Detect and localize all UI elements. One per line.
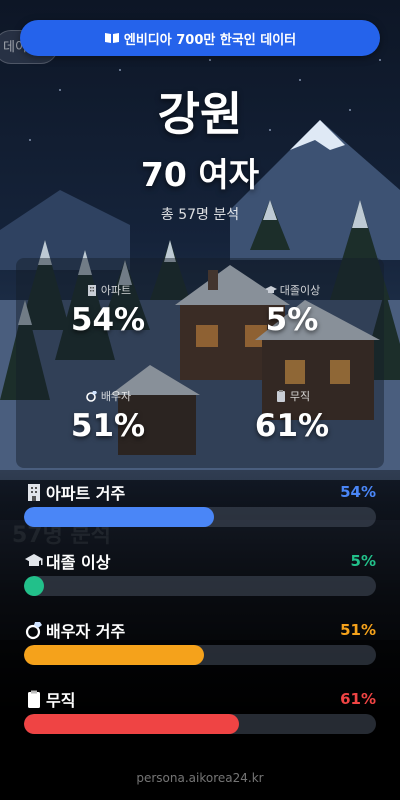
ring-icon bbox=[25, 622, 42, 640]
stat-spouse: 배우자 51% bbox=[16, 388, 200, 444]
stat-college-label: 대졸이상 bbox=[279, 284, 321, 297]
bar-apartment-track bbox=[24, 507, 376, 527]
persona-title: 70 여자 bbox=[140, 155, 260, 194]
bar-apartment: 아파트 거주 54% bbox=[24, 480, 376, 527]
stat-unemployed: 무직 61% bbox=[200, 388, 384, 444]
data-source-banner[interactable]: 엔비디아 700만 한국인 데이터 bbox=[20, 20, 380, 56]
graduation-cap-icon bbox=[25, 554, 43, 566]
region-title: 강원 bbox=[157, 87, 243, 141]
bar-unemployed-percent: 61% bbox=[340, 690, 376, 708]
stat-apartment-value: 54% bbox=[70, 302, 146, 338]
stat-apartment-label: 아파트 bbox=[100, 284, 132, 297]
bar-spouse: 배우자 거주 51% bbox=[24, 618, 376, 665]
bar-unemployed-track bbox=[24, 714, 376, 734]
bar-apartment-percent: 54% bbox=[340, 483, 376, 501]
data-source-banner-label: 엔비디아 700만 한국인 데이터 bbox=[123, 32, 297, 48]
bar-spouse-label: 배우자 거주 bbox=[46, 622, 126, 641]
bar-spouse-fill bbox=[24, 645, 204, 665]
bar-college: 대졸 이상 5% bbox=[24, 549, 376, 596]
clipboard-icon bbox=[28, 690, 40, 708]
bar-spouse-track bbox=[24, 645, 376, 665]
stat-college: 대졸이상 5% bbox=[200, 282, 384, 338]
bar-apartment-fill bbox=[24, 507, 215, 527]
apartment-icon bbox=[28, 484, 40, 501]
stats-panel: 아파트 54% 대졸이상 5% 배우자 51% 무직 61% bbox=[16, 258, 384, 468]
graduation-cap-icon bbox=[264, 286, 277, 293]
bar-unemployed: 무직 61% bbox=[24, 687, 376, 734]
apartment-icon bbox=[87, 285, 96, 296]
stat-unemployed-value: 61% bbox=[254, 408, 330, 444]
book-icon bbox=[104, 33, 119, 43]
bar-college-track bbox=[24, 576, 376, 596]
stat-college-value: 5% bbox=[265, 302, 319, 338]
bar-college-fill bbox=[24, 576, 44, 596]
clipboard-icon bbox=[276, 390, 285, 402]
footer-url[interactable]: persona.aikorea24.kr bbox=[0, 771, 400, 785]
sample-count: 총 57명 분석 bbox=[160, 207, 240, 223]
ring-icon bbox=[86, 391, 97, 402]
bar-apartment-label: 아파트 거주 bbox=[46, 484, 126, 503]
stat-spouse-label: 배우자 bbox=[100, 390, 132, 403]
bar-college-percent: 5% bbox=[350, 552, 376, 570]
bar-unemployed-fill bbox=[24, 714, 239, 734]
stat-unemployed-label: 무직 bbox=[289, 390, 311, 403]
bar-spouse-percent: 51% bbox=[340, 621, 376, 639]
stat-apartment: 아파트 54% bbox=[16, 282, 200, 338]
bar-unemployed-label: 무직 bbox=[46, 691, 76, 710]
stat-spouse-value: 51% bbox=[70, 408, 146, 444]
bar-college-label: 대졸 이상 bbox=[46, 553, 111, 572]
